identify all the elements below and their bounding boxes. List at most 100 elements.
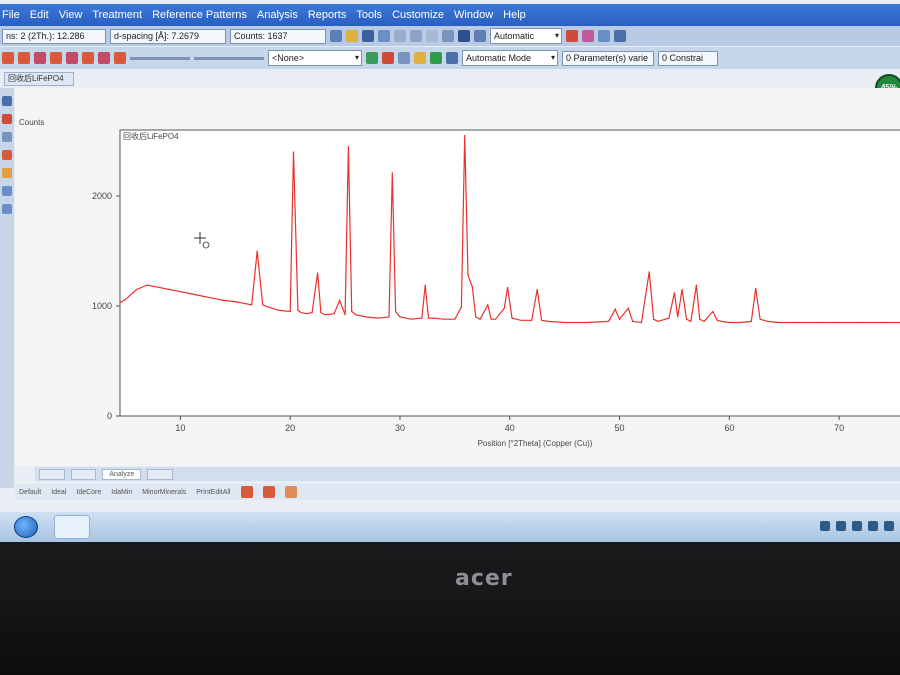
chevron-down-icon: ▾ bbox=[354, 53, 359, 62]
data-point bbox=[490, 318, 492, 320]
tool-highlight-icon[interactable] bbox=[2, 168, 12, 178]
tray-power-icon[interactable] bbox=[868, 521, 878, 531]
tool-h-icon[interactable] bbox=[114, 52, 126, 64]
peak-icon[interactable] bbox=[582, 30, 594, 42]
data-point bbox=[487, 304, 489, 306]
step-icon[interactable] bbox=[446, 52, 458, 64]
slider-track-1[interactable] bbox=[130, 56, 190, 60]
start-button[interactable] bbox=[14, 516, 38, 538]
tab-blank-3[interactable] bbox=[147, 468, 173, 480]
data-point bbox=[794, 321, 796, 324]
menu-window[interactable]: Window bbox=[454, 9, 493, 21]
refresh-icon[interactable] bbox=[366, 52, 378, 64]
set-idamin[interactable]: IdaMin bbox=[111, 489, 132, 496]
tab-blank-2[interactable] bbox=[70, 468, 97, 480]
set-tool-a-icon[interactable] bbox=[240, 486, 253, 498]
menu-help[interactable]: Help bbox=[503, 9, 526, 21]
plot-panel: Counts 回收后LiFePO4 10 20 30 40 50 60 70 0 1000 200… bbox=[15, 88, 900, 466]
copy-icon[interactable] bbox=[410, 30, 422, 42]
properties-icon[interactable] bbox=[458, 30, 470, 42]
tool-g-icon[interactable] bbox=[98, 52, 110, 64]
data-point bbox=[344, 314, 346, 316]
data-point bbox=[467, 274, 469, 276]
tool-a-icon[interactable] bbox=[2, 52, 14, 64]
status-toolbar: ns: 2 (2Th.): 12.286 d-spacing [Å]: 7.26… bbox=[0, 26, 900, 46]
set-tool-b-icon[interactable] bbox=[262, 486, 275, 498]
data-point bbox=[712, 310, 714, 313]
tool-b-icon[interactable] bbox=[18, 52, 30, 64]
slider-track-2[interactable] bbox=[194, 56, 264, 60]
x-tick-label: 10 bbox=[175, 423, 185, 433]
mode-select[interactable]: Automatic Mode ▾ bbox=[462, 50, 558, 66]
data-point bbox=[399, 316, 401, 318]
x-tick-label: 40 bbox=[505, 423, 515, 433]
data-point bbox=[262, 304, 264, 306]
data-point bbox=[234, 301, 236, 303]
undo-icon[interactable] bbox=[442, 30, 454, 42]
tray-volume-icon[interactable] bbox=[852, 521, 862, 531]
automatic-select[interactable]: Automatic ▾ bbox=[490, 28, 562, 44]
data-point bbox=[520, 319, 522, 321]
tool-grid-icon[interactable] bbox=[2, 186, 12, 196]
tool-d-icon[interactable] bbox=[50, 52, 62, 64]
tab-blank-1[interactable] bbox=[39, 468, 65, 480]
set-printeditall[interactable]: PrintEditAll bbox=[196, 489, 230, 496]
tool-list-icon[interactable] bbox=[2, 204, 12, 214]
pattern-icon[interactable] bbox=[566, 30, 578, 42]
menu-tools[interactable]: Tools bbox=[356, 9, 382, 21]
data-point bbox=[333, 313, 335, 315]
tool-f-icon[interactable] bbox=[82, 52, 94, 64]
tray-network-icon[interactable] bbox=[836, 521, 846, 531]
paste-icon[interactable] bbox=[426, 30, 438, 42]
print-icon[interactable] bbox=[378, 30, 390, 42]
save-icon[interactable] bbox=[362, 30, 374, 42]
tool-zoom-icon[interactable] bbox=[2, 132, 12, 142]
tab-analyze[interactable]: Analyze bbox=[102, 468, 142, 480]
data-point bbox=[355, 314, 357, 316]
set-ideal[interactable]: Ideal bbox=[51, 489, 66, 496]
data-point bbox=[278, 309, 280, 311]
data-point bbox=[245, 303, 247, 305]
tray-language-icon[interactable] bbox=[884, 521, 894, 531]
data-point bbox=[586, 321, 588, 324]
set-idecore[interactable]: IdeCore bbox=[76, 489, 101, 496]
set-tool-c-icon[interactable] bbox=[284, 486, 297, 498]
menu-view[interactable]: View bbox=[59, 9, 83, 21]
x-tick-label: 30 bbox=[395, 423, 405, 433]
play-icon[interactable] bbox=[430, 52, 442, 64]
menu-analysis[interactable]: Analysis bbox=[257, 9, 298, 21]
new-icon[interactable] bbox=[330, 30, 342, 42]
delete-icon[interactable] bbox=[382, 52, 394, 64]
data-point bbox=[124, 298, 127, 300]
document-tab[interactable]: 回收后LiFePO4 bbox=[4, 72, 74, 86]
measure-icon[interactable] bbox=[474, 30, 486, 42]
set-default[interactable]: Default bbox=[19, 489, 41, 496]
list-icon[interactable] bbox=[398, 52, 410, 64]
flag-icon[interactable] bbox=[414, 52, 426, 64]
xrd-chart[interactable]: Counts 回收后LiFePO4 10 20 30 40 50 60 70 0 1000 200… bbox=[15, 88, 900, 466]
tool-marker-icon[interactable] bbox=[2, 150, 12, 160]
fit-icon[interactable] bbox=[614, 30, 626, 42]
zoom-icon[interactable] bbox=[598, 30, 610, 42]
taskbar-app-button[interactable] bbox=[54, 515, 90, 539]
tool-e-icon[interactable] bbox=[66, 52, 78, 64]
menu-file[interactable]: File bbox=[2, 9, 20, 21]
y-tick-label: 0 bbox=[107, 411, 112, 421]
parameters-label: 0 Parameter(s) varie bbox=[562, 50, 654, 66]
tool-pointer-icon[interactable] bbox=[2, 96, 12, 106]
tool-c-icon[interactable] bbox=[34, 52, 46, 64]
pattern-select[interactable]: <None> ▾ bbox=[268, 50, 362, 66]
data-point bbox=[564, 321, 566, 324]
data-point bbox=[755, 287, 757, 289]
menu-customize[interactable]: Customize bbox=[392, 9, 444, 21]
data-point bbox=[627, 307, 629, 309]
tool-peak-icon[interactable] bbox=[2, 114, 12, 124]
open-folder-icon[interactable] bbox=[346, 30, 358, 42]
menu-treatment[interactable]: Treatment bbox=[92, 9, 142, 21]
set-minorminerals[interactable]: MinorMinerals bbox=[142, 489, 186, 496]
menu-reports[interactable]: Reports bbox=[308, 9, 347, 21]
menu-reference-patterns[interactable]: Reference Patterns bbox=[152, 9, 247, 21]
tray-flag-icon[interactable] bbox=[820, 521, 830, 531]
menu-edit[interactable]: Edit bbox=[30, 9, 49, 21]
cut-icon[interactable] bbox=[394, 30, 406, 42]
